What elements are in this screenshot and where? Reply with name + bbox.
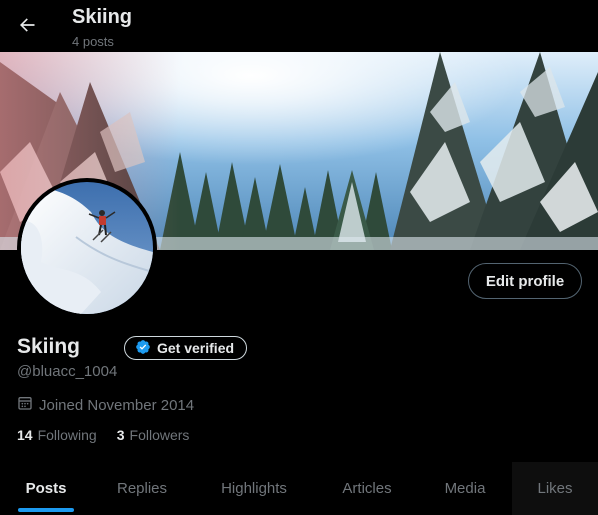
joined-label: Joined November 2014 — [39, 396, 195, 414]
profile-page: Skiing 4 posts Edit profile Skiing Get v… — [0, 0, 598, 515]
profile-name: Skiing — [17, 335, 81, 358]
following-count: 14 — [17, 427, 33, 443]
arrow-left-icon — [17, 15, 37, 40]
avatar-image — [21, 182, 153, 314]
tab-posts[interactable]: Posts — [0, 462, 92, 515]
following-label: Following — [37, 427, 97, 443]
follow-stats: 14 Following 3 Followers — [17, 427, 189, 443]
avatar[interactable] — [17, 178, 157, 318]
followers-label: Followers — [129, 427, 190, 443]
get-verified-label: Get verified — [157, 340, 235, 356]
top-bar: Skiing 4 posts — [0, 0, 598, 52]
page-title: Skiing — [72, 6, 133, 28]
tab-articles[interactable]: Articles — [316, 462, 418, 515]
tab-replies[interactable]: Replies — [92, 462, 192, 515]
tab-likes[interactable]: Likes — [512, 462, 598, 515]
profile-handle: @bluacc_1004 — [17, 363, 118, 380]
tab-highlights[interactable]: Highlights — [192, 462, 316, 515]
tab-highlights-label: Highlights — [221, 480, 287, 497]
edit-profile-button[interactable]: Edit profile — [468, 263, 582, 299]
tab-replies-label: Replies — [116, 480, 168, 497]
calendar-icon — [17, 395, 33, 415]
tab-articles-label: Articles — [342, 480, 392, 497]
active-tab-indicator — [18, 508, 74, 512]
followers-link[interactable]: 3 Followers — [117, 427, 190, 443]
tab-posts-label: Posts — [25, 480, 67, 497]
following-link[interactable]: 14 Following — [17, 427, 97, 443]
post-count: 4 posts — [72, 34, 114, 49]
tab-media-label: Media — [444, 480, 486, 497]
tab-media[interactable]: Media — [418, 462, 512, 515]
get-verified-button[interactable]: Get verified — [124, 336, 248, 360]
tab-likes-label: Likes — [537, 480, 573, 497]
followers-count: 3 — [116, 427, 125, 443]
verified-badge-icon — [135, 339, 151, 358]
joined-date: Joined November 2014 — [17, 395, 194, 415]
profile-tabs: Posts Replies Highlights Articles Media … — [0, 462, 598, 515]
back-button[interactable] — [10, 10, 44, 44]
